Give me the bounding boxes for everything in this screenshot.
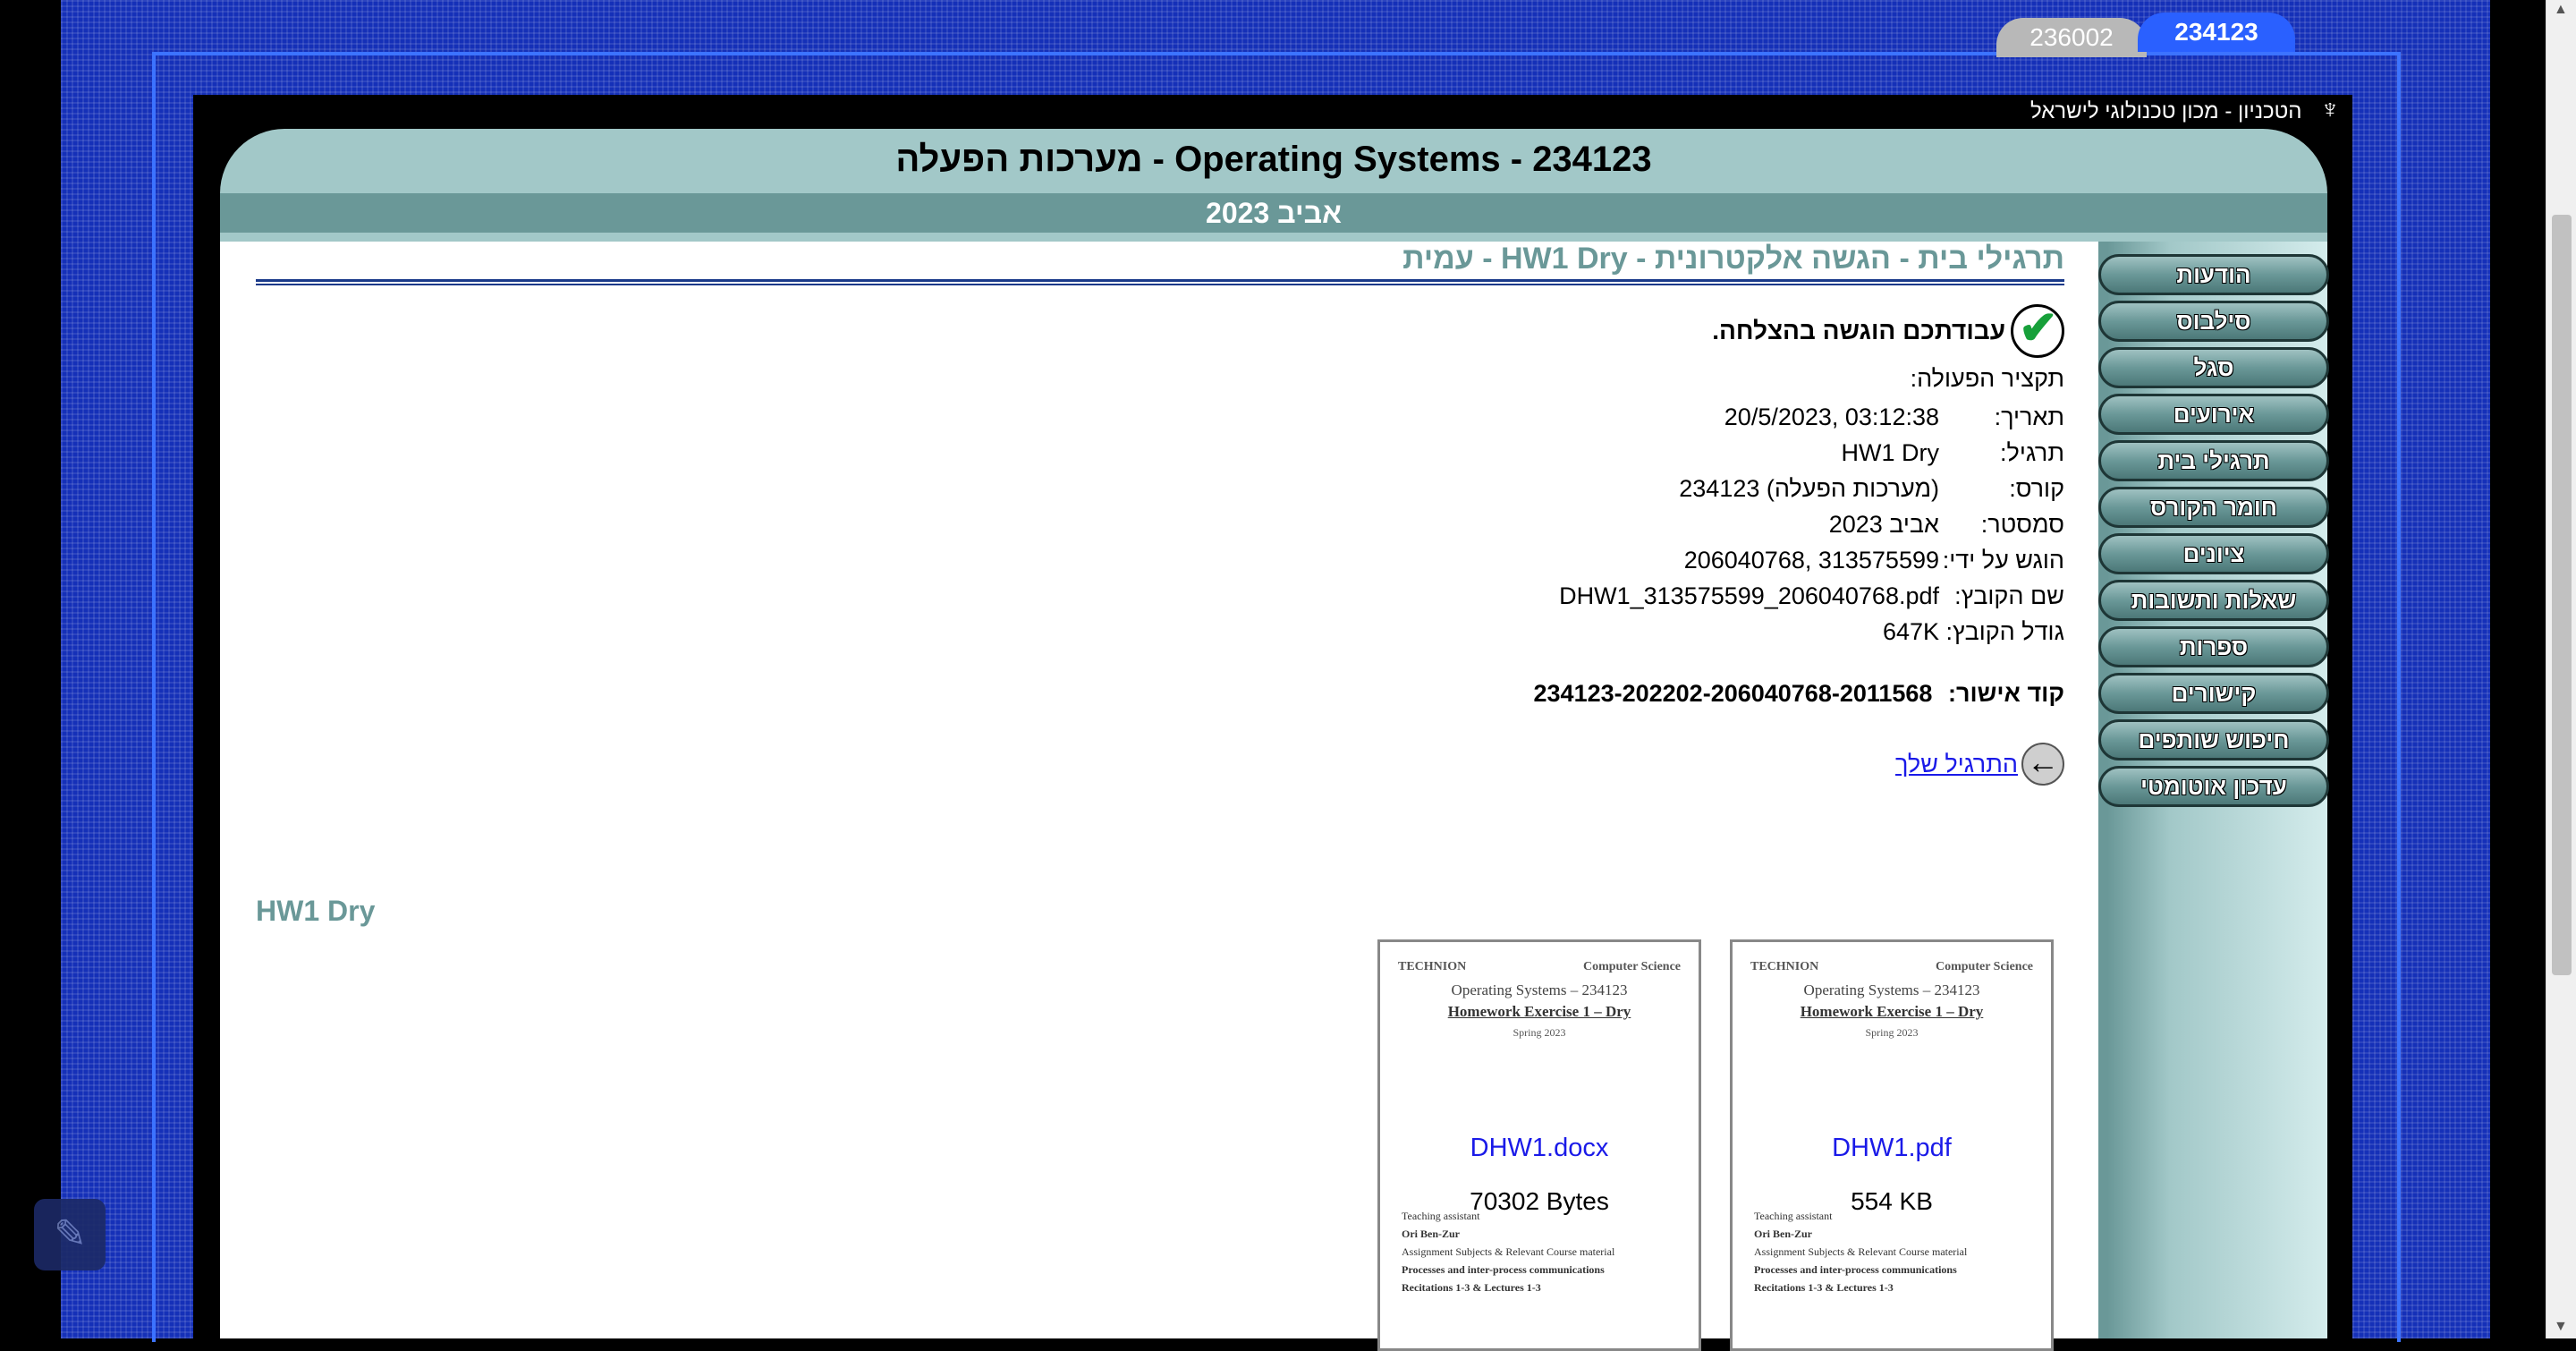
nav-find-partners[interactable]: חיפוש שותפים [2098, 719, 2329, 760]
tab-236002[interactable]: 236002 [1996, 18, 2147, 57]
file-size-docx: 70302 Bytes [1470, 1187, 1609, 1215]
back-link-row: ← התרגיל שלך [1895, 743, 2064, 786]
detail-row-submitted-by: הוגש על ידי:206040768, 313575599 [1683, 547, 2064, 574]
tab-234123[interactable]: 234123 [2138, 13, 2295, 52]
page-title: תרגילי בית - הגשה אלקטרונית - HW1 Dry - … [1402, 242, 2064, 276]
semester-label: אביב 2023 [1206, 197, 1342, 229]
file-size-pdf: 554 KB [1851, 1187, 1933, 1215]
detail-row-filename: שם הקובץ:DHW1_313575599_206040768.pdf [1559, 582, 2064, 609]
nav-announcements[interactable]: הודעות [2098, 254, 2329, 295]
nav-events[interactable]: אירועים [2098, 394, 2329, 435]
nav-syllabus[interactable]: סילבוס [2098, 301, 2329, 342]
pen-icon: ✎ [54, 1212, 87, 1256]
approval-label: קוד אישור: [1947, 680, 2064, 707]
detail-row-course: קורס:234123 (מערכות הפעלה) [1679, 475, 2064, 502]
course-title: 234123 - Operating Systems - מערכות הפעל… [895, 140, 1652, 179]
detail-row-exercise: תרגיל:HW1 Dry [1841, 439, 2065, 466]
file-card-pdf[interactable]: TECHNION Computer Science Operating Syste… [1730, 939, 2054, 1351]
detail-row-semester: סמסטר:אביב 2023 [1828, 511, 2064, 538]
summary-title: תקציר הפעולה: [1910, 365, 2064, 392]
heading-divider [256, 279, 2064, 285]
scroll-down-icon[interactable]: ▼ [2554, 1319, 2568, 1335]
technion-logo-icon: ♆ [2319, 95, 2341, 124]
floating-widget[interactable]: ✎ [34, 1199, 106, 1270]
approval-code: קוד אישור: 234123-202202-206040768-20115… [1534, 680, 2064, 708]
approval-value: 234123-202202-206040768-2011568 [1533, 680, 1933, 707]
file-link-pdf[interactable]: DHW1.pdf [1733, 1134, 2051, 1163]
nav-qa[interactable]: שאלות ותשובות [2098, 580, 2329, 621]
nav-auto-update[interactable]: עדכון אוטומטי [2098, 766, 2329, 807]
sidebar-nav: הודעות סילבוס סגל אירועים תרגילי בית חומ… [2098, 242, 2329, 1338]
semester-bar: אביב 2023 [220, 193, 2327, 233]
back-link[interactable]: התרגיל שלך [1895, 751, 2018, 778]
submission-details: תאריך:20/5/2023, 03:12:38 תרגיל:HW1 Dry … [1559, 399, 2064, 650]
header-strip [220, 233, 2327, 242]
content-area: תרגילי בית - הגשה אלקטרונית - HW1 Dry - … [220, 242, 2098, 1351]
course-header: 234123 - Operating Systems - מערכות הפעל… [220, 129, 2327, 193]
institute-name: הטכניון - מכון טכנולוגי לישראל [2030, 99, 2302, 123]
nav-staff[interactable]: סגל [2098, 347, 2329, 388]
detail-row-date: תאריך:20/5/2023, 03:12:38 [1724, 404, 2064, 430]
institute-header: ♆ הטכניון - מכון טכנולוגי לישראל [2030, 95, 2340, 125]
nav-links[interactable]: קישורים [2098, 673, 2329, 714]
nav-literature[interactable]: ספרות [2098, 626, 2329, 667]
scroll-thumb[interactable] [2552, 215, 2572, 975]
back-arrow-icon[interactable]: ← [2021, 743, 2064, 786]
scroll-up-icon[interactable]: ▲ [2554, 2, 2568, 18]
nav-homework[interactable]: תרגילי בית [2098, 440, 2329, 481]
success-text: עבודתכם הוגשה בהצלחה. [1712, 317, 2005, 344]
file-link-docx[interactable]: DHW1.docx [1380, 1134, 1699, 1163]
nav-grades[interactable]: ציונים [2098, 533, 2329, 574]
checkmark-icon [2011, 302, 2064, 358]
hw-section-title: HW1 Dry [256, 895, 376, 927]
detail-row-filesize: גודל הקובץ:647K [1882, 618, 2064, 645]
success-message: עבודתכם הוגשה בהצלחה. [1712, 302, 2064, 358]
file-card-docx[interactable]: TECHNION Computer Science Operating Syste… [1377, 939, 1701, 1351]
page-scrollbar[interactable]: ▲ ▼ [2546, 0, 2576, 1338]
nav-course-material[interactable]: חומר הקורס [2098, 487, 2329, 528]
